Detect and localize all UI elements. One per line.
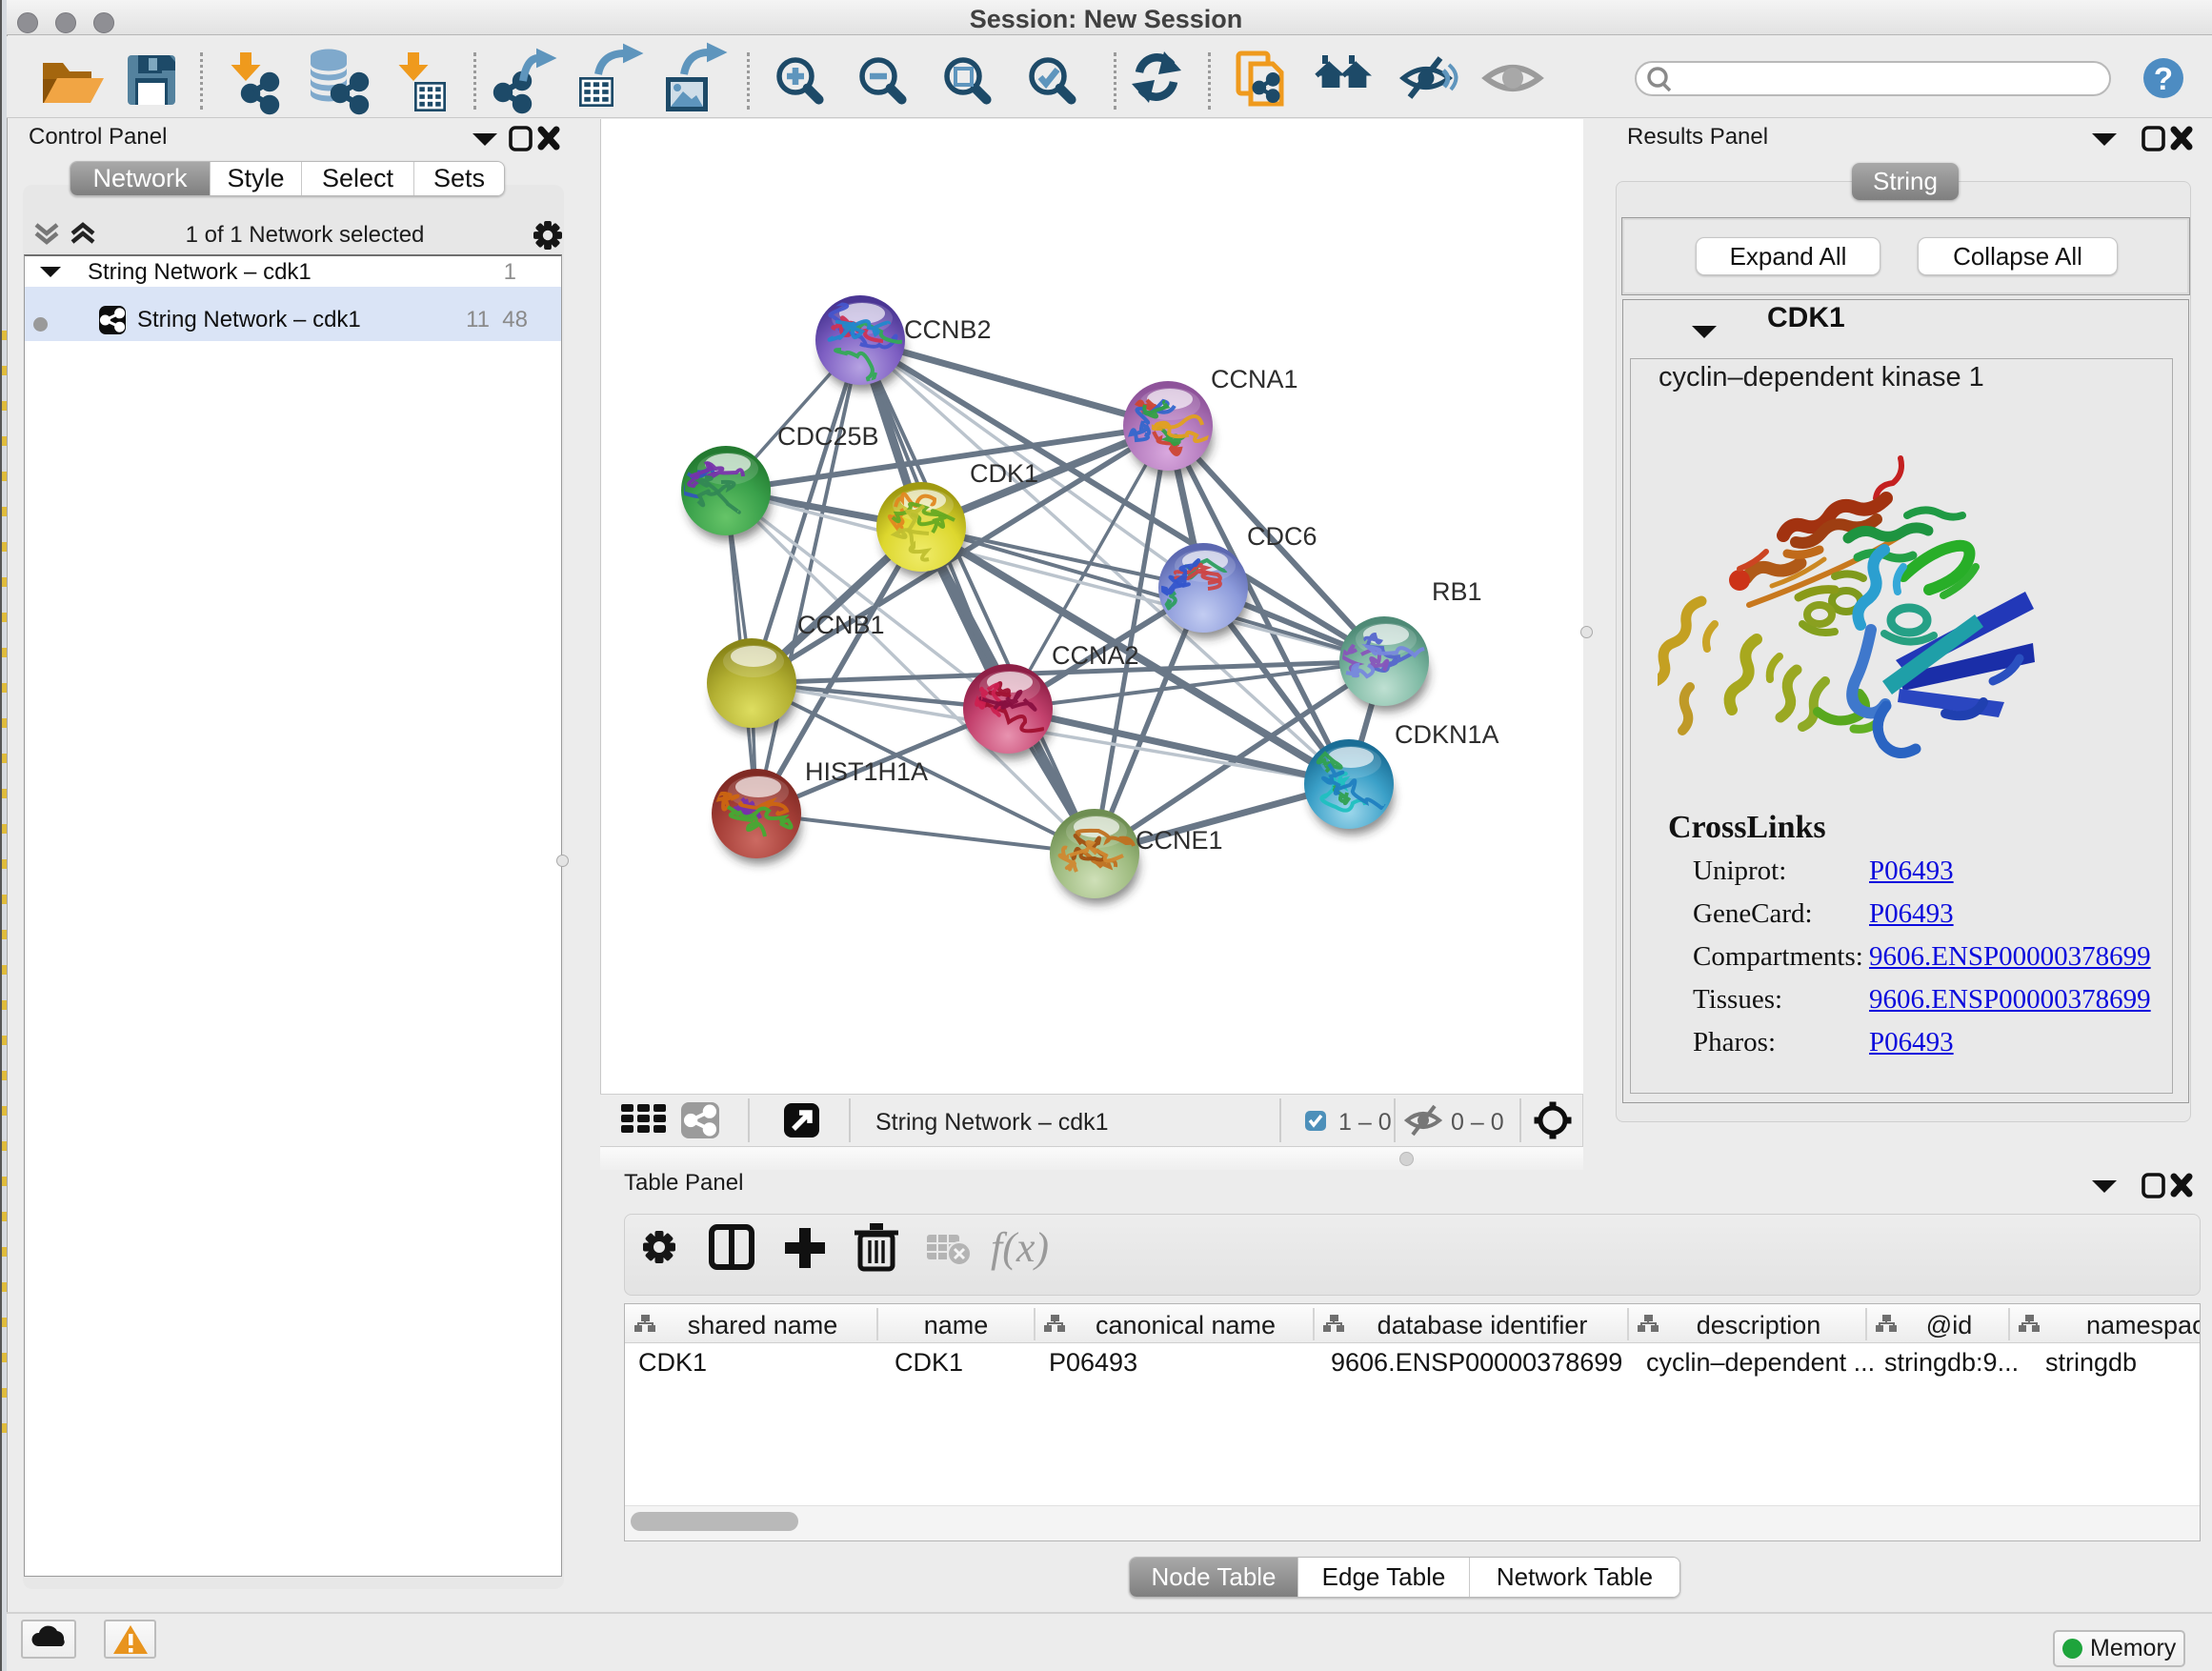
svg-text:shared name: shared name: [688, 1311, 838, 1339]
svg-text:CCNB1: CCNB1: [797, 611, 885, 639]
svg-text:0 – 0: 0 – 0: [1451, 1109, 1504, 1136]
svg-text:canonical name: canonical name: [1096, 1311, 1276, 1339]
svg-text:CDKN1A: CDKN1A: [1395, 720, 1499, 749]
svg-text:CDC6: CDC6: [1247, 522, 1317, 551]
svg-text:database identifier: database identifier: [1377, 1311, 1588, 1339]
svg-text:CCNA1: CCNA1: [1211, 365, 1298, 393]
svg-text:CCNE1: CCNE1: [1136, 826, 1223, 855]
svg-text:CDK1: CDK1: [970, 459, 1038, 488]
svg-text:HIST1H1A: HIST1H1A: [805, 757, 928, 786]
svg-text:name: name: [924, 1311, 989, 1339]
svg-text:CCNB2: CCNB2: [904, 315, 992, 344]
svg-text:?: ?: [2154, 61, 2173, 96]
svg-text:description: description: [1697, 1311, 1821, 1339]
svg-text:RB1: RB1: [1432, 577, 1482, 606]
svg-text:1 – 0: 1 – 0: [1338, 1109, 1392, 1136]
svg-text:CCNA2: CCNA2: [1052, 641, 1139, 670]
svg-text:namespac: namespac: [2086, 1311, 2200, 1339]
svg-text:f(x): f(x): [991, 1224, 1049, 1271]
svg-text:CDC25B: CDC25B: [777, 422, 879, 451]
svg-text:@id: @id: [1926, 1311, 1972, 1339]
svg-text:String Network – cdk1: String Network – cdk1: [875, 1109, 1109, 1136]
